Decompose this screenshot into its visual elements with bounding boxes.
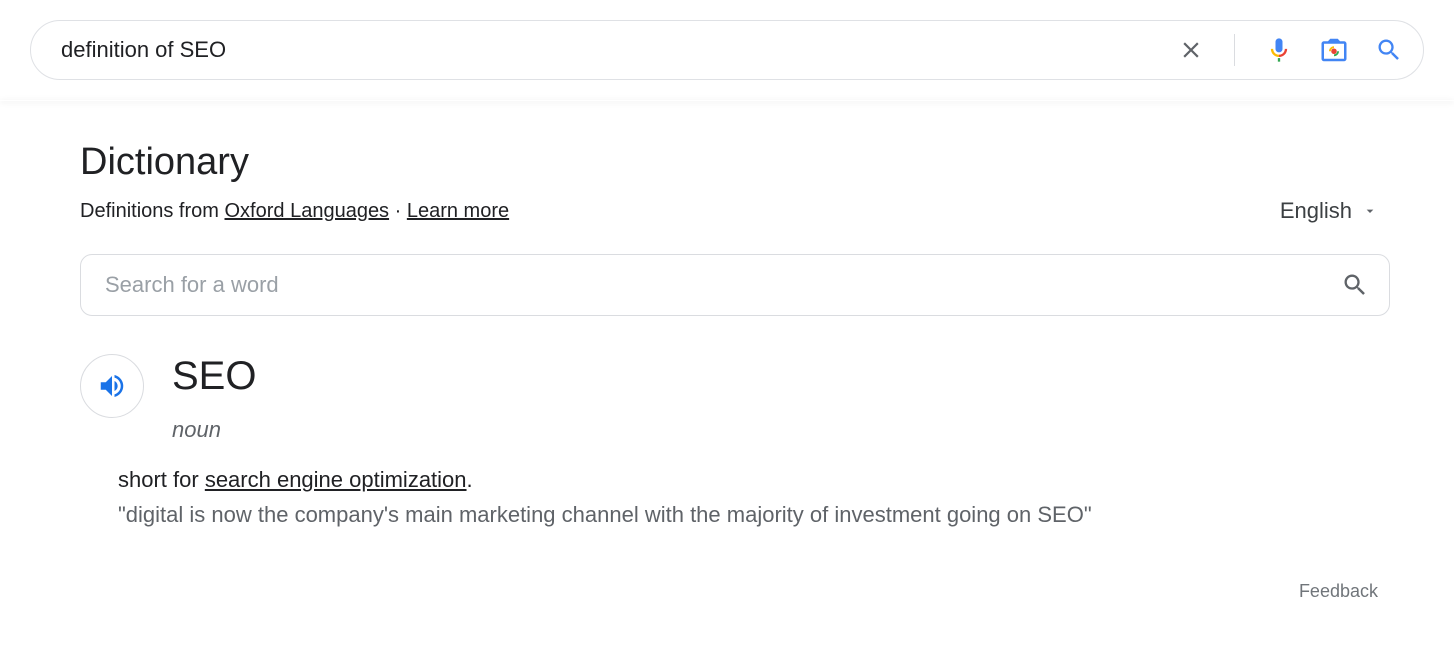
dictionary-source: Definitions from Oxford Languages · Lear…: [80, 200, 509, 223]
search-input[interactable]: [61, 37, 1178, 63]
image-search-icon[interactable]: [1319, 35, 1349, 65]
language-selector[interactable]: English: [1280, 198, 1378, 224]
part-of-speech: noun: [172, 417, 256, 443]
definition: short for search engine optimization.: [118, 463, 1390, 496]
pronounce-button[interactable]: [80, 354, 144, 418]
voice-search-icon[interactable]: [1265, 36, 1293, 64]
headword: SEO: [172, 354, 256, 399]
source-link[interactable]: Oxford Languages: [225, 200, 390, 222]
dictionary-heading: Dictionary: [80, 141, 1390, 184]
feedback-link[interactable]: Feedback: [80, 581, 1390, 602]
source-separator: ·: [389, 200, 407, 222]
chevron-down-icon: [1362, 203, 1378, 219]
speaker-icon: [97, 371, 127, 401]
learn-more-link[interactable]: Learn more: [407, 200, 509, 222]
word-search-bar: [80, 254, 1390, 316]
source-prefix: Definitions from: [80, 200, 225, 222]
definition-link[interactable]: search engine optimization: [205, 467, 467, 492]
example-sentence: "digital is now the company's main marke…: [118, 498, 1390, 531]
clear-icon[interactable]: [1178, 37, 1204, 63]
definition-prefix: short for: [118, 467, 205, 492]
search-bar: [30, 20, 1424, 80]
word-search-input[interactable]: [105, 272, 1341, 298]
definition-suffix: .: [467, 467, 473, 492]
divider: [1234, 34, 1235, 66]
search-icon[interactable]: [1375, 36, 1403, 64]
word-search-icon[interactable]: [1341, 271, 1369, 299]
language-label: English: [1280, 198, 1352, 224]
